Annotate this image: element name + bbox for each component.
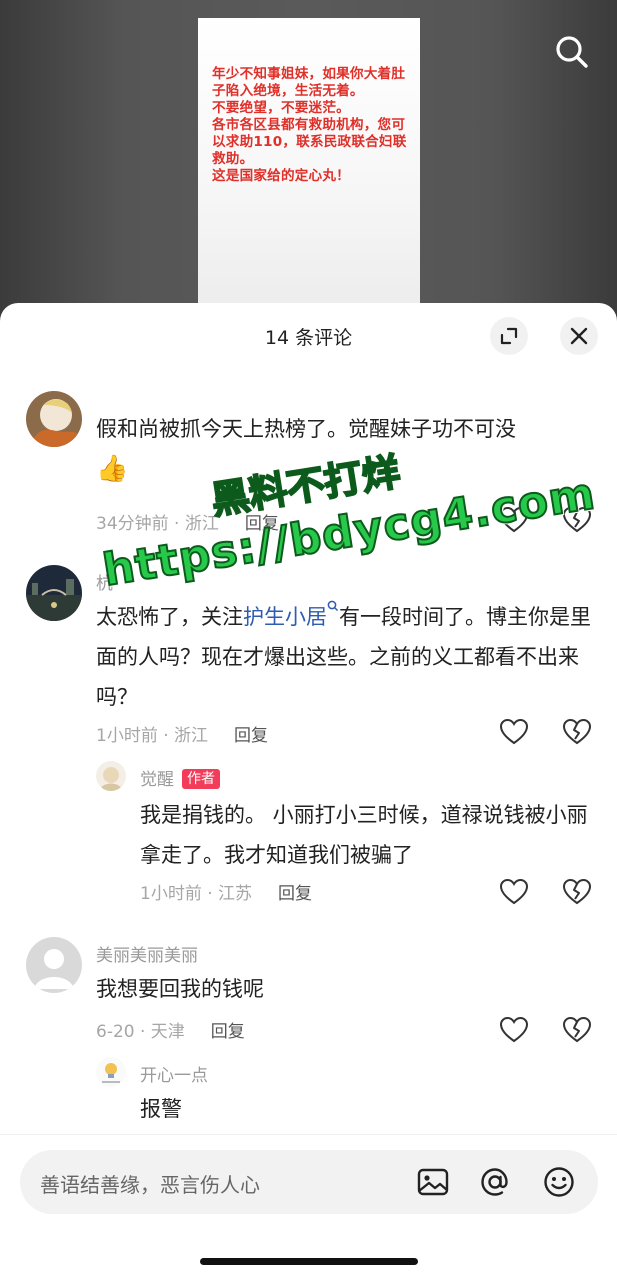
reply-text: 我是捐钱的。 小丽打小三时候，道禄说钱被小丽拿走了。我才知道我们被骗了 — [140, 803, 588, 867]
expand-button[interactable] — [490, 317, 528, 355]
comment-text: 我想要回我的钱呢 — [96, 977, 264, 1001]
reply-meta: 1小时前 · 江苏 回复 — [140, 884, 313, 904]
divider — [0, 1134, 617, 1135]
default-avatar-icon — [26, 937, 82, 993]
reply-text: 报警 — [140, 1097, 182, 1121]
video-text-card: 年少不知事姐妹，如果你大着肚子陷入绝境，生活无着。 不要绝望，不要迷茫。 各市各… — [198, 18, 420, 318]
comment-meta: 6-20 · 天津 回复 — [96, 1022, 245, 1042]
broken-heart-icon — [562, 718, 592, 745]
mention-button[interactable] — [478, 1165, 512, 1199]
at-icon — [481, 1168, 508, 1196]
dislike-button[interactable] — [562, 1016, 592, 1043]
sheet-header: 14 条评论 — [0, 303, 617, 369]
reply-button[interactable]: 回复 — [234, 726, 268, 746]
dislike-button[interactable] — [562, 718, 592, 745]
avatar[interactable] — [96, 761, 126, 791]
search-button[interactable] — [552, 32, 592, 72]
heart-outline-icon — [499, 878, 529, 905]
expand-icon — [500, 327, 518, 345]
image-icon — [417, 1168, 449, 1196]
reply-username: 觉醒 作者 — [140, 765, 220, 790]
close-button[interactable] — [560, 317, 598, 355]
reply-button[interactable]: 回复 — [211, 1022, 245, 1042]
emoji-icon — [544, 1167, 574, 1197]
reply-username[interactable]: 开心一点 — [140, 1061, 208, 1086]
avatar[interactable] — [26, 391, 82, 447]
heart-outline-icon — [499, 718, 529, 745]
lightbulb-icon — [96, 1057, 126, 1087]
home-indicator[interactable] — [200, 1258, 418, 1265]
dislike-button[interactable] — [562, 878, 592, 905]
broken-heart-icon — [562, 878, 592, 905]
image-button[interactable] — [416, 1165, 450, 1199]
comment-meta: 1小时前 · 浙江 回复 — [96, 726, 269, 746]
comment-input-bar[interactable]: 善语结善缘，恶言伤人心 — [20, 1150, 598, 1214]
heart-outline-icon — [499, 1016, 529, 1043]
like-button[interactable] — [499, 1016, 529, 1043]
comment-username[interactable]: 美丽美丽美丽 — [96, 941, 198, 966]
avatar[interactable] — [26, 565, 82, 621]
broken-heart-icon — [562, 1016, 592, 1043]
like-button[interactable] — [499, 878, 529, 905]
emoji-button[interactable] — [542, 1165, 576, 1199]
comment-input-placeholder[interactable]: 善语结善缘，恶言伤人心 — [40, 1169, 260, 1198]
video-card-text: 年少不知事姐妹，如果你大着肚子陷入绝境，生活无着。 不要绝望，不要迷茫。 各市各… — [212, 66, 407, 184]
avatar[interactable] — [96, 1057, 126, 1087]
search-icon — [556, 36, 588, 68]
close-icon — [570, 327, 588, 345]
thumbs-up-emoji: 👍 — [96, 454, 129, 484]
avatar[interactable] — [26, 937, 82, 993]
reply-button[interactable]: 回复 — [278, 884, 312, 904]
author-badge: 作者 — [182, 769, 220, 789]
like-button[interactable] — [499, 718, 529, 745]
